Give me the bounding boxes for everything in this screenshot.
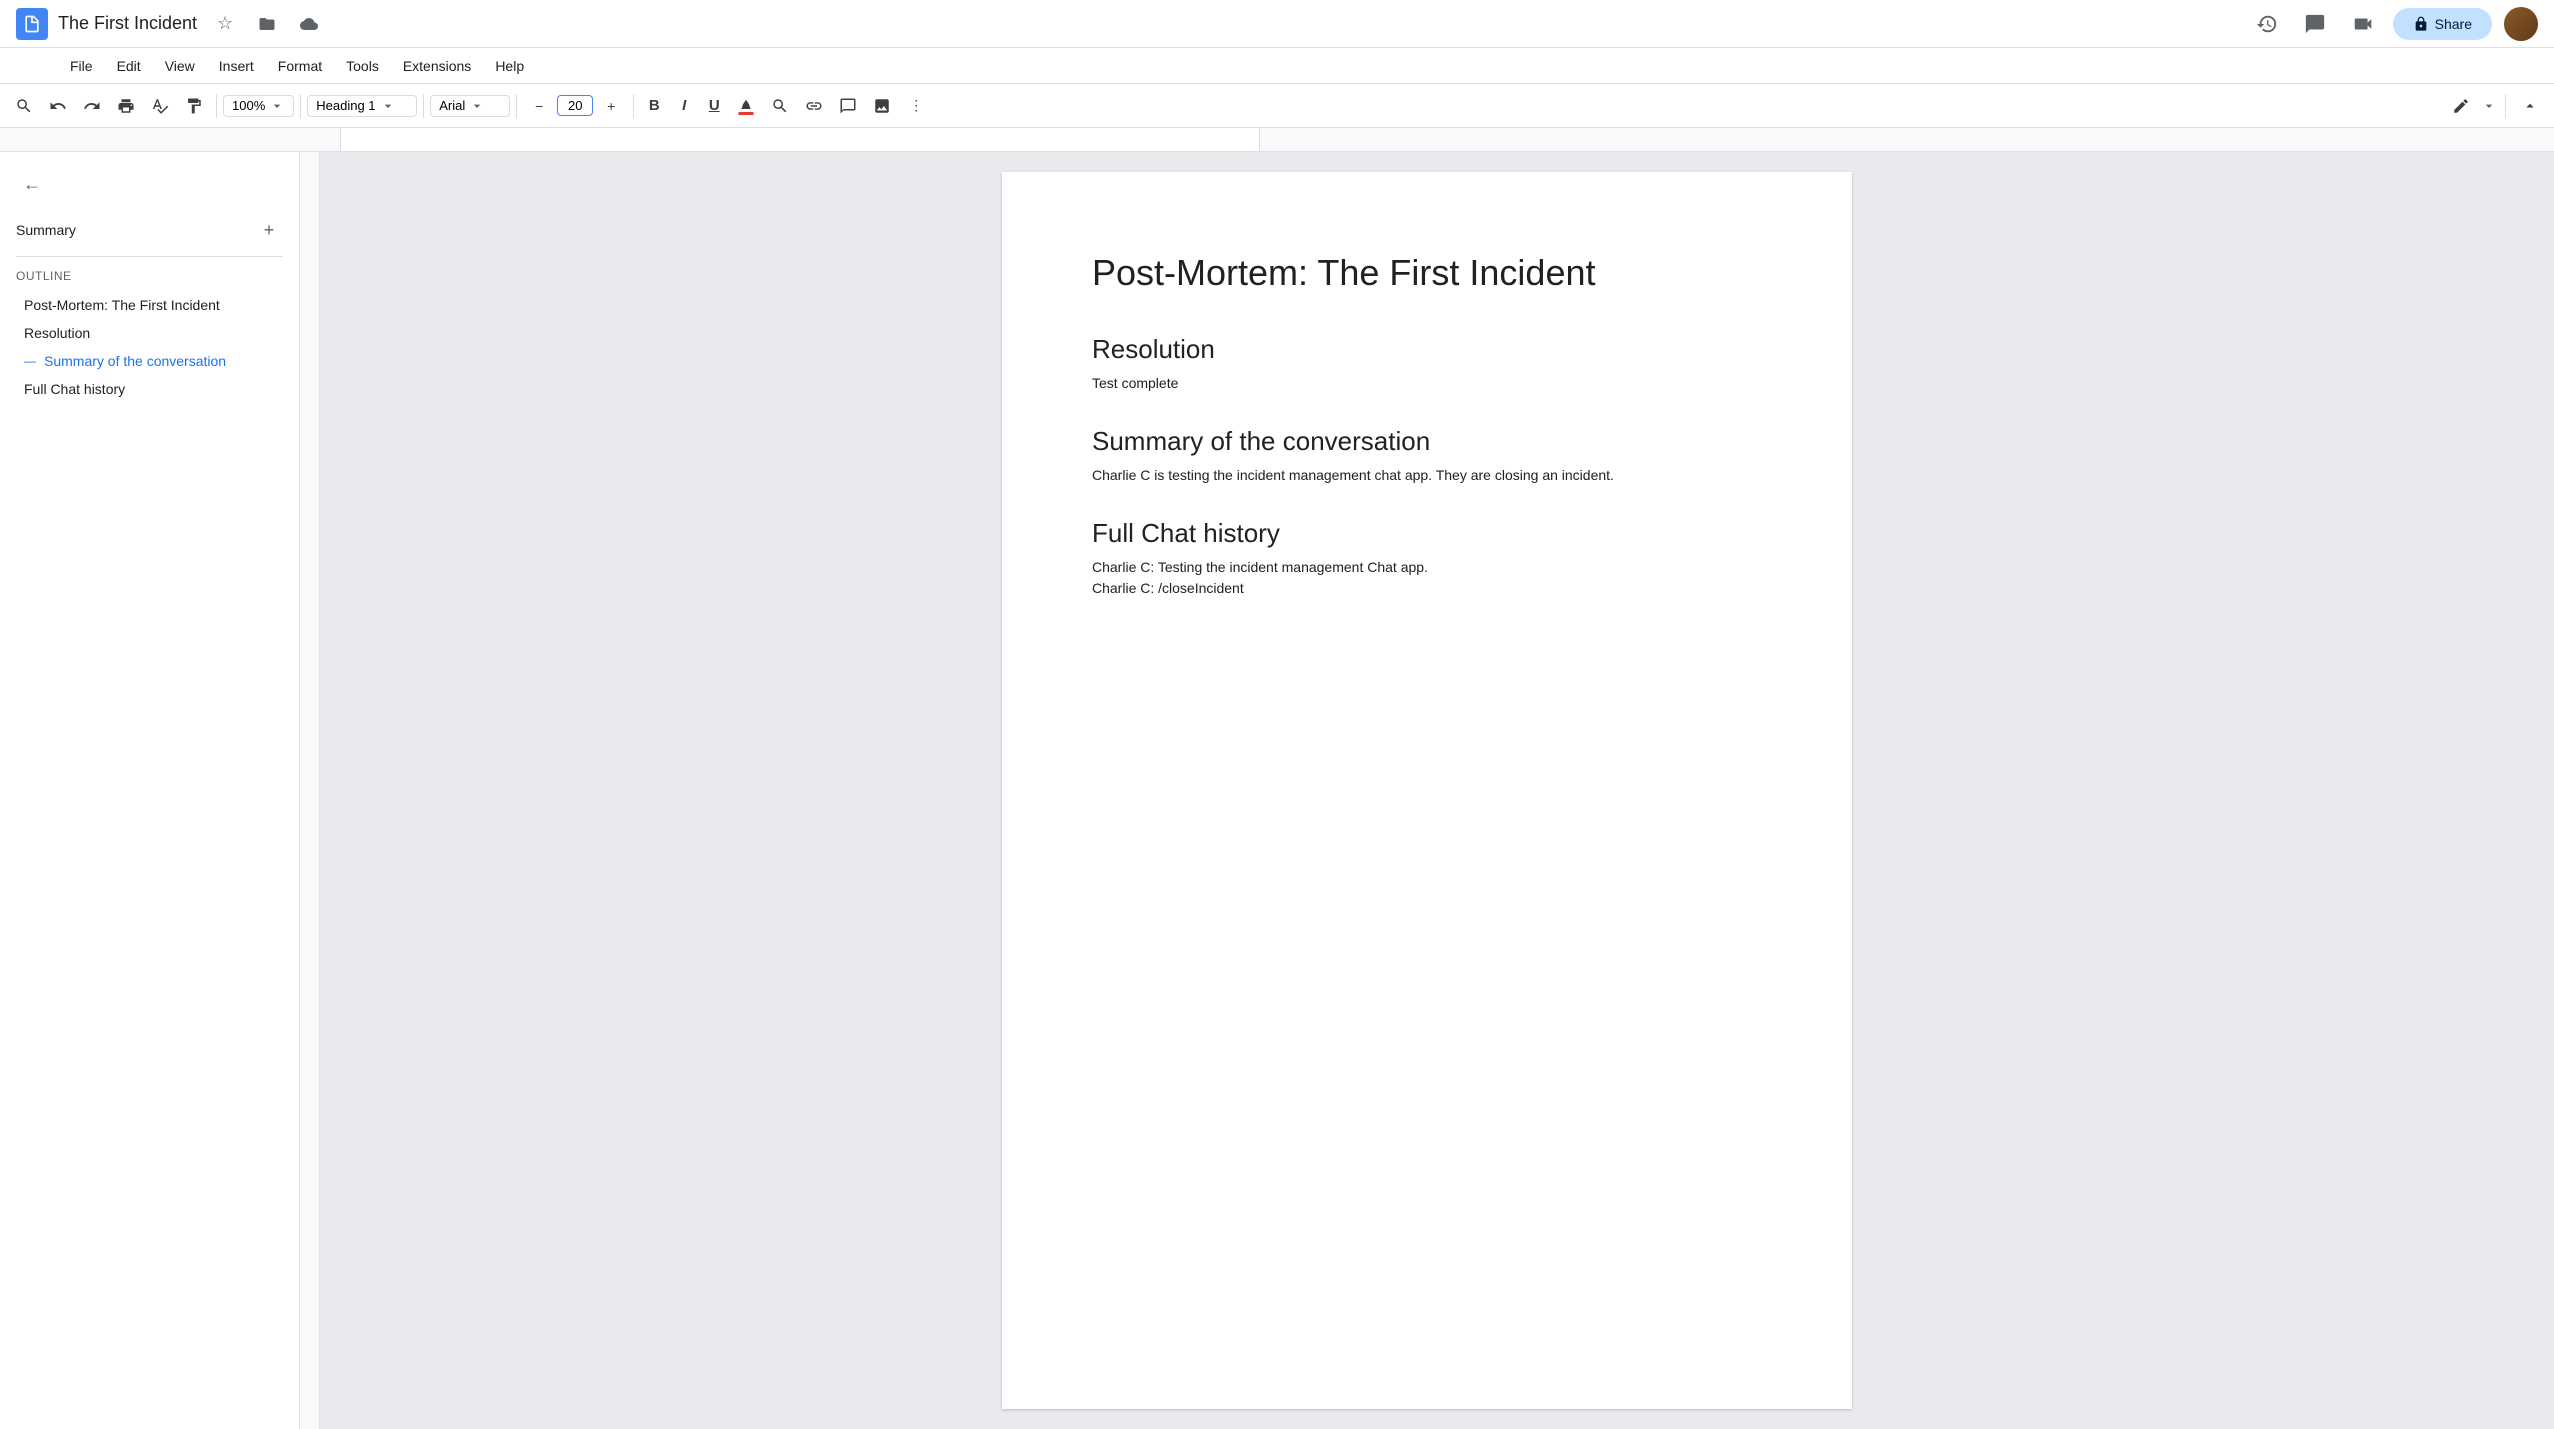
menu-help[interactable]: Help [485,54,534,78]
videocam-icon[interactable] [2345,6,2381,42]
divider-5 [633,94,634,118]
insert-image-icon[interactable] [866,90,898,122]
main-area: ← Summary + Outline Post-Mortem: The Fir… [0,152,2554,1429]
font-label: Arial [439,98,465,113]
outline-item-full-chat[interactable]: Full Chat history [16,375,283,403]
outline-item-resolution-text: Resolution [24,325,90,341]
print-icon[interactable] [110,90,142,122]
menu-insert[interactable]: Insert [209,54,264,78]
outline-item-summary[interactable]: Summary of the conversation [16,347,283,375]
bold-button[interactable]: B [640,92,668,120]
link-icon[interactable] [798,90,830,122]
divider-right [2505,94,2506,118]
title-bar: The First Incident ☆ Share [0,0,2554,48]
italic-button[interactable]: I [670,92,698,120]
highlight-icon[interactable] [764,90,796,122]
font-size-decrease[interactable]: − [523,90,555,122]
menu-bar: File Edit View Insert Format Tools Exten… [0,48,2554,84]
more-icon[interactable]: ⋮ [900,90,932,122]
title-actions: ☆ [207,6,327,42]
sidebar-divider [16,256,283,257]
paint-format-icon[interactable] [178,90,210,122]
search-icon[interactable] [8,90,40,122]
divider-4 [516,94,517,118]
chat-line-2: Charlie C: /closeIncident [1092,578,1772,599]
sidebar: ← Summary + Outline Post-Mortem: The Fir… [0,152,300,1429]
sidebar-summary-row: Summary + [16,216,283,244]
document-main-title: Post-Mortem: The First Incident [1092,252,1772,294]
menu-extensions[interactable]: Extensions [393,54,481,78]
doc-icon [16,8,48,40]
cloud-icon[interactable] [291,6,327,42]
outline-item-resolution[interactable]: Resolution [16,319,283,347]
sidebar-outline-label: Outline [16,269,283,283]
star-icon[interactable]: ☆ [207,6,243,42]
outline-item-summary-text: Summary of the conversation [44,353,226,369]
font-size-input[interactable]: 20 [557,95,593,116]
divider-3 [423,94,424,118]
menu-tools[interactable]: Tools [336,54,389,78]
menu-view[interactable]: View [155,54,205,78]
ruler [0,128,2554,152]
chat-line-1: Charlie C: Testing the incident manageme… [1092,557,1772,578]
folder-icon[interactable] [249,6,285,42]
outline-item-full-chat-text: Full Chat history [24,381,125,397]
insert-comment-icon[interactable] [832,90,864,122]
section-resolution-body: Test complete [1092,373,1772,394]
spellcheck-icon[interactable] [144,90,176,122]
outline-item-title[interactable]: Post-Mortem: The First Incident [16,291,283,319]
history-icon[interactable] [2249,6,2285,42]
left-margin [300,152,320,1429]
avatar[interactable] [2504,7,2538,41]
menu-edit[interactable]: Edit [107,54,151,78]
sidebar-summary-label: Summary [16,222,76,238]
font-dropdown[interactable]: Arial [430,95,510,117]
sidebar-add-button[interactable]: + [255,216,283,244]
section-chat-heading: Full Chat history [1092,518,1772,549]
divider-1 [216,94,217,118]
menu-format[interactable]: Format [268,54,332,78]
edit-mode-btn[interactable] [2445,90,2477,122]
sidebar-back-button[interactable]: ← [16,168,48,200]
title-bar-right: Share [2249,6,2538,42]
style-dropdown[interactable]: Heading 1 [307,95,417,117]
underline-button[interactable]: U [700,92,728,120]
document-page: Post-Mortem: The First Incident Resoluti… [1002,172,1852,1409]
menu-file[interactable]: File [60,54,103,78]
section-summary-heading: Summary of the conversation [1092,426,1772,457]
section-chat-body: Charlie C: Testing the incident manageme… [1092,557,1772,599]
text-color-icon[interactable] [730,90,762,122]
section-summary-body: Charlie C is testing the incident manage… [1092,465,1772,486]
toolbar-right [2445,90,2546,122]
undo-icon[interactable] [42,90,74,122]
redo-icon[interactable] [76,90,108,122]
zoom-label: 100% [232,98,265,113]
outline-item-title-text: Post-Mortem: The First Incident [24,297,220,313]
font-size-increase[interactable]: + [595,90,627,122]
collapse-icon[interactable] [2514,90,2546,122]
document-title: The First Incident [58,13,197,34]
doc-area[interactable]: Post-Mortem: The First Incident Resoluti… [320,152,2534,1429]
ruler-white [340,128,1260,151]
zoom-control[interactable]: 100% [223,95,294,117]
right-margin [2534,152,2554,1429]
divider-2 [300,94,301,118]
comment-icon[interactable] [2297,6,2333,42]
toolbar: 100% Heading 1 Arial − 20 + B I U ⋮ [0,84,2554,128]
share-button[interactable]: Share [2393,8,2492,40]
share-label: Share [2435,16,2472,32]
style-label: Heading 1 [316,98,375,113]
section-resolution-heading: Resolution [1092,334,1772,365]
